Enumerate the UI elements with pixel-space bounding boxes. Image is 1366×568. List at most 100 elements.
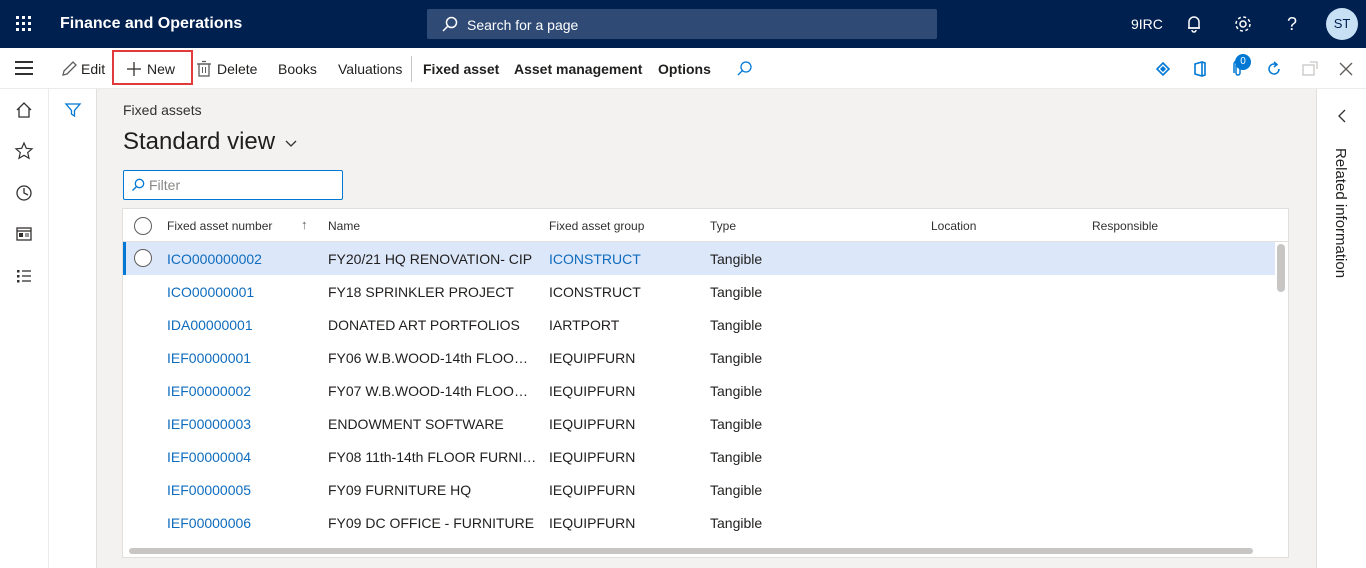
refresh-icon[interactable] bbox=[1264, 59, 1284, 79]
asset-name-cell: FY09 FURNITURE HQ bbox=[328, 482, 472, 498]
asset-name-cell: FY07 W.B.WOOD-14th FLOOR F... bbox=[328, 383, 538, 399]
asset-group-cell: IEQUIPFURN bbox=[549, 416, 636, 432]
divider bbox=[411, 56, 412, 82]
type-cell: Tangible bbox=[710, 515, 763, 531]
filter-icon[interactable] bbox=[63, 100, 83, 120]
column-header-fixed-asset-group[interactable]: Fixed asset group bbox=[549, 219, 644, 233]
books-button[interactable]: Books bbox=[278, 60, 317, 78]
pencil-icon bbox=[62, 61, 77, 76]
fixed-asset-number-link[interactable]: IDA00000001 bbox=[167, 317, 317, 333]
asset-group-cell: IEQUIPFURN bbox=[549, 383, 636, 399]
table-row[interactable]: IEF00000003 ENDOWMENT SOFTWARE IEQUIPFUR… bbox=[123, 407, 1275, 440]
fixed-asset-number-link[interactable]: IEF00000006 bbox=[167, 515, 317, 531]
asset-group-cell: ICONSTRUCT bbox=[549, 284, 641, 300]
power-apps-icon[interactable] bbox=[1153, 59, 1173, 79]
type-cell: Tangible bbox=[710, 284, 763, 300]
grid-header: Fixed asset number ↑ Name Fixed asset gr… bbox=[123, 209, 1288, 242]
page-search-box[interactable]: Search for a page bbox=[427, 9, 937, 39]
delete-button[interactable]: Delete bbox=[217, 60, 257, 78]
table-row[interactable]: ICO000000002 FY20/21 HQ RENOVATION- CIP … bbox=[123, 242, 1275, 275]
table-row[interactable]: IEF00000006 FY09 DC OFFICE - FURNITURE I… bbox=[123, 506, 1275, 539]
edit-button[interactable]: Edit bbox=[81, 60, 105, 78]
column-header-type[interactable]: Type bbox=[710, 219, 736, 233]
column-header-fixed-asset-number[interactable]: Fixed asset number bbox=[167, 219, 272, 233]
search-icon bbox=[132, 178, 145, 191]
row-select-radio[interactable] bbox=[134, 249, 152, 267]
help-icon[interactable]: ? bbox=[1281, 13, 1303, 35]
fixed-asset-number-link[interactable]: IEF00000001 bbox=[167, 350, 317, 366]
type-cell: Tangible bbox=[710, 482, 763, 498]
close-icon[interactable] bbox=[1336, 59, 1356, 79]
fixed-asset-number-link[interactable]: ICO000000002 bbox=[167, 251, 317, 267]
related-information-label[interactable]: Related information bbox=[1332, 148, 1349, 278]
workspaces-icon[interactable] bbox=[14, 224, 34, 244]
type-cell: Tangible bbox=[710, 416, 763, 432]
horizontal-scrollbar[interactable] bbox=[129, 548, 1253, 554]
table-row[interactable]: IEF00000001 FY06 W.B.WOOD-14th FLOOR F..… bbox=[123, 341, 1275, 374]
column-header-location[interactable]: Location bbox=[931, 219, 976, 233]
search-icon[interactable] bbox=[735, 59, 755, 79]
top-bar: Finance and Operations Search for a page… bbox=[0, 0, 1366, 48]
asset-name-cell: FY18 SPRINKLER PROJECT bbox=[328, 284, 514, 300]
company-picker[interactable]: 9IRC bbox=[1131, 16, 1163, 32]
avatar[interactable]: ST bbox=[1326, 8, 1358, 40]
table-row[interactable]: IEF00000005 FY09 FURNITURE HQ IEQUIPFURN… bbox=[123, 473, 1275, 506]
vertical-scrollbar[interactable] bbox=[1277, 244, 1285, 292]
open-in-new-window-icon[interactable] bbox=[1300, 59, 1320, 79]
valuations-button[interactable]: Valuations bbox=[338, 60, 402, 78]
gear-icon[interactable] bbox=[1232, 13, 1254, 35]
new-button[interactable]: New bbox=[147, 60, 175, 78]
action-pane: Edit New Delete Books Valuations Fixed a… bbox=[0, 48, 1366, 89]
navigation-rail bbox=[0, 89, 49, 568]
asset-name-cell: FY08 11th-14th FLOOR FURNIT... bbox=[328, 449, 538, 465]
search-placeholder: Search for a page bbox=[467, 17, 579, 33]
filter-field[interactable] bbox=[123, 170, 343, 200]
column-header-responsible[interactable]: Responsible bbox=[1092, 219, 1158, 233]
column-header-name[interactable]: Name bbox=[328, 219, 360, 233]
app-title[interactable]: Finance and Operations bbox=[60, 15, 242, 33]
type-cell: Tangible bbox=[710, 449, 763, 465]
bell-icon[interactable] bbox=[1183, 13, 1205, 35]
fixed-asset-number-link[interactable]: IEF00000005 bbox=[167, 482, 317, 498]
office-icon[interactable] bbox=[1190, 59, 1210, 79]
asset-name-cell: FY09 DC OFFICE - FURNITURE bbox=[328, 515, 535, 531]
asset-group-cell: IEQUIPFURN bbox=[549, 449, 636, 465]
star-icon[interactable] bbox=[14, 141, 34, 161]
fixed-asset-number-link[interactable]: IEF00000003 bbox=[167, 416, 317, 432]
filter-pane-rail bbox=[49, 89, 97, 568]
table-row[interactable]: IEF00000004 FY08 11th-14th FLOOR FURNIT.… bbox=[123, 440, 1275, 473]
asset-group-link[interactable]: ICONSTRUCT bbox=[549, 251, 699, 267]
type-cell: Tangible bbox=[710, 350, 763, 366]
fixed-asset-number-link[interactable]: ICO00000001 bbox=[167, 284, 317, 300]
hamburger-menu-icon[interactable] bbox=[15, 61, 33, 75]
fixed-assets-grid: Fixed asset number ↑ Name Fixed asset gr… bbox=[122, 208, 1289, 558]
table-row[interactable]: IEF00000002 FY07 W.B.WOOD-14th FLOOR F..… bbox=[123, 374, 1275, 407]
type-cell: Tangible bbox=[710, 251, 763, 267]
type-cell: Tangible bbox=[710, 317, 763, 333]
modules-list-icon[interactable] bbox=[14, 266, 34, 286]
table-row[interactable]: ICO00000001 FY18 SPRINKLER PROJECT ICONS… bbox=[123, 275, 1275, 308]
tab-options[interactable]: Options bbox=[658, 60, 711, 78]
filter-input[interactable] bbox=[149, 176, 337, 194]
selected-row-indicator bbox=[123, 242, 126, 275]
asset-name-cell: FY20/21 HQ RENOVATION- CIP bbox=[328, 251, 533, 267]
chevron-down-icon bbox=[285, 140, 297, 147]
fixed-asset-number-link[interactable]: IEF00000002 bbox=[167, 383, 317, 399]
fixed-asset-number-link[interactable]: IEF00000004 bbox=[167, 449, 317, 465]
table-row[interactable]: IDA00000001 DONATED ART PORTFOLIOS IARTP… bbox=[123, 308, 1275, 341]
breadcrumb: Fixed assets bbox=[123, 102, 202, 118]
search-icon bbox=[442, 16, 458, 32]
app-launcher-icon[interactable] bbox=[10, 10, 38, 38]
asset-group-cell: IARTPORT bbox=[549, 317, 620, 333]
asset-name-cell: DONATED ART PORTFOLIOS bbox=[328, 317, 520, 333]
asset-group-cell: IEQUIPFURN bbox=[549, 515, 636, 531]
chevron-left-icon[interactable] bbox=[1335, 107, 1349, 125]
select-all-radio[interactable] bbox=[134, 217, 152, 235]
tab-asset-management[interactable]: Asset management bbox=[514, 60, 642, 78]
tab-fixed-asset[interactable]: Fixed asset bbox=[423, 60, 499, 78]
trash-icon bbox=[197, 60, 211, 77]
home-icon[interactable] bbox=[14, 100, 34, 120]
view-selector[interactable]: Standard view bbox=[123, 128, 298, 156]
clock-icon[interactable] bbox=[14, 183, 34, 203]
asset-name-cell: ENDOWMENT SOFTWARE bbox=[328, 416, 504, 432]
